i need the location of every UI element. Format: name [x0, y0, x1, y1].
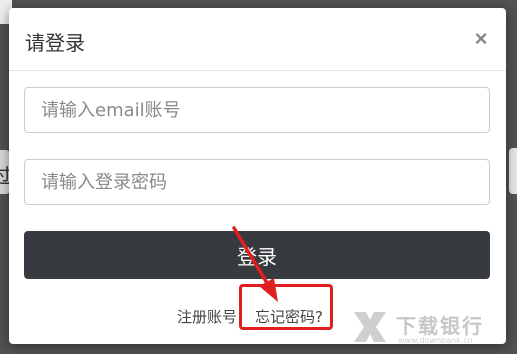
footer-links: 注册账号 忘记密码?: [9, 304, 506, 330]
modal-header: 请登录 ×: [9, 8, 506, 71]
close-button[interactable]: ×: [469, 25, 493, 53]
password-input[interactable]: [24, 159, 490, 205]
background-fragment-right: [509, 148, 517, 194]
login-button[interactable]: 登录: [24, 231, 490, 279]
register-link[interactable]: 注册账号: [177, 306, 237, 327]
forgot-password-link[interactable]: 忘记密码?: [255, 306, 323, 327]
modal-title: 请登录: [25, 31, 85, 55]
login-modal: 请登录 × 登录 注册账号 忘记密码?: [9, 8, 506, 344]
email-input[interactable]: [24, 87, 490, 133]
